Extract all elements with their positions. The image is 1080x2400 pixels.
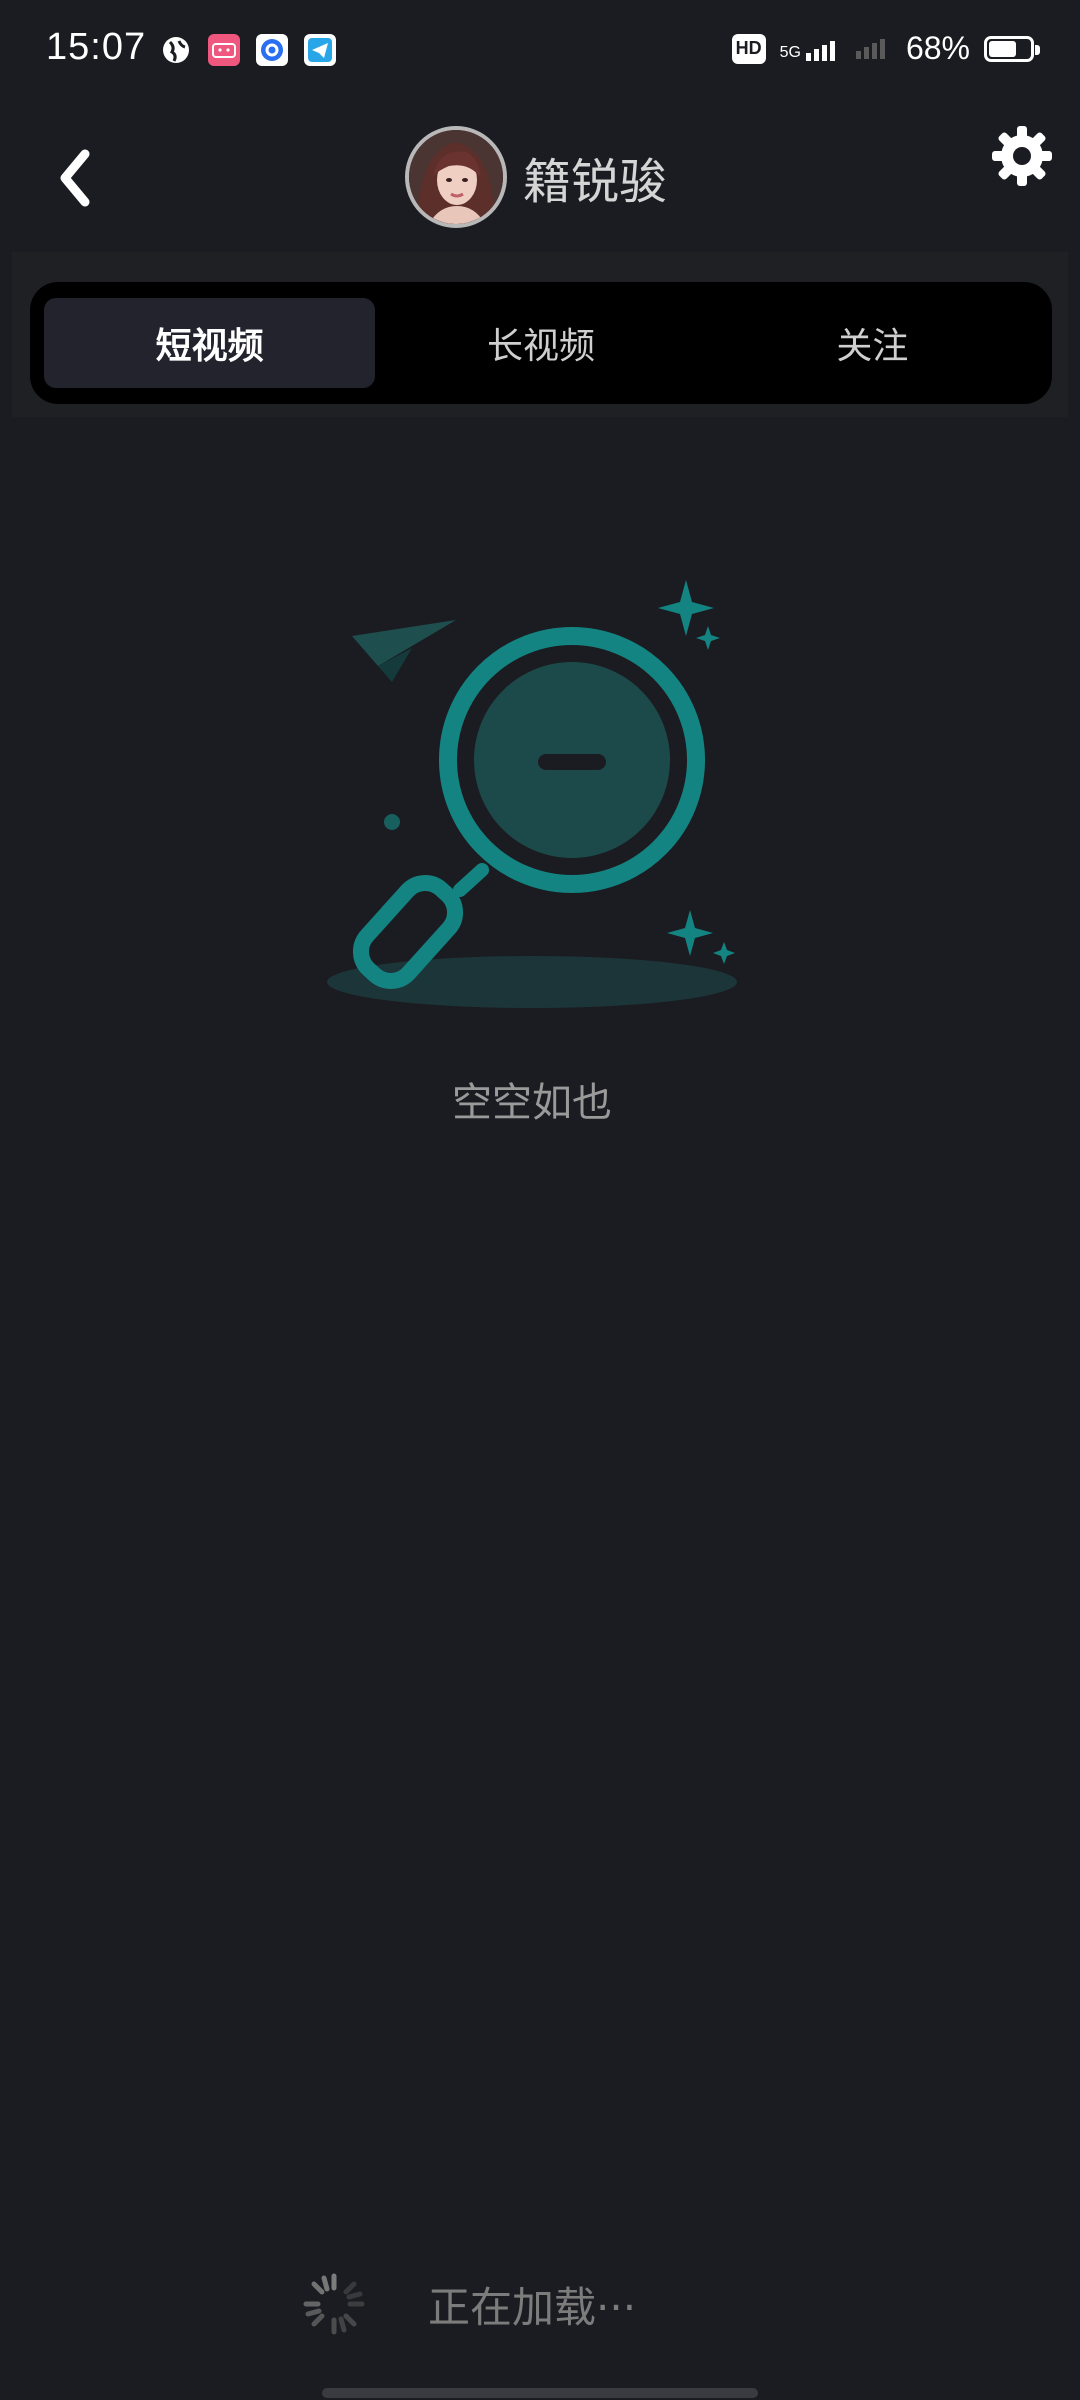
avatar[interactable] bbox=[405, 126, 507, 228]
browser-icon bbox=[256, 34, 288, 66]
back-button[interactable] bbox=[40, 138, 110, 218]
telegram-icon bbox=[304, 34, 336, 66]
gear-icon bbox=[992, 126, 1052, 186]
settings-button[interactable] bbox=[986, 120, 1058, 192]
tab-bar: 短视频 长视频 关注 bbox=[30, 282, 1052, 404]
chevron-left-icon bbox=[60, 149, 90, 207]
status-right: HD 5G 68% bbox=[731, 30, 1040, 67]
battery-fill bbox=[989, 40, 1016, 57]
bilibili-icon bbox=[208, 34, 240, 66]
status-bar: 15:07 HD 5G 68% bbox=[0, 0, 1080, 100]
globe-icon bbox=[160, 34, 192, 66]
loading-text: 正在加载··· bbox=[428, 2282, 637, 2332]
profile-header: 籍锐骏 bbox=[0, 100, 1080, 260]
network-label: 5G bbox=[779, 43, 801, 61]
username: 籍锐骏 bbox=[523, 154, 668, 210]
signal-icon bbox=[855, 34, 892, 64]
empty-state-message: 空空如也 bbox=[452, 1080, 612, 1126]
loading-indicator: 正在加载··· bbox=[300, 2270, 636, 2338]
empty-search-illustration bbox=[320, 570, 760, 1020]
home-indicator[interactable] bbox=[322, 2388, 758, 2398]
signal-5g-icon: 5G bbox=[780, 36, 842, 62]
tab-following[interactable]: 关注 bbox=[707, 298, 1038, 388]
hd-badge: HD bbox=[731, 33, 766, 64]
tab-long-video[interactable]: 长视频 bbox=[375, 298, 706, 388]
battery-percent: 68% bbox=[905, 30, 970, 66]
status-app-icons bbox=[160, 34, 336, 66]
status-time: 15:07 bbox=[46, 26, 147, 68]
profile-info[interactable]: 籍锐骏 bbox=[405, 126, 667, 228]
tab-bar-container: 短视频 长视频 关注 bbox=[12, 252, 1068, 417]
tab-short-video[interactable]: 短视频 bbox=[44, 298, 376, 388]
spinner-icon bbox=[303, 2273, 365, 2335]
battery-icon bbox=[984, 35, 1040, 62]
